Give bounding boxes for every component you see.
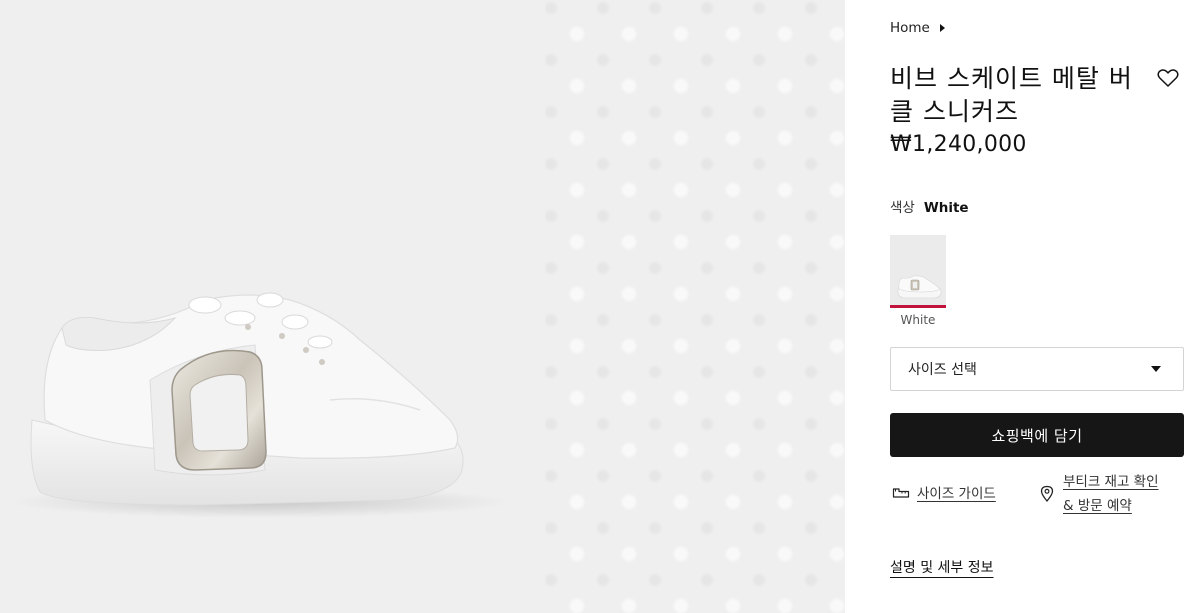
size-select[interactable]: 사이즈 선택: [890, 347, 1184, 391]
breadcrumb-home-link[interactable]: Home: [890, 20, 930, 36]
swatch-thumbnail: [890, 235, 946, 305]
product-page: Home 비브 스케이트 메탈 버클 스니커즈 ₩1,240,000 색상 Wh…: [0, 0, 1200, 613]
color-swatch-white[interactable]: [890, 235, 946, 309]
boutique-stock-label: 부티크 재고 확인 & 방문 예약: [1063, 474, 1159, 514]
swatch-selected-indicator: [890, 305, 946, 308]
boutique-stock-link[interactable]: 부티크 재고 확인 & 방문 예약: [1040, 470, 1173, 518]
wishlist-button[interactable]: [1157, 68, 1183, 92]
caret-down-icon: [1151, 366, 1161, 372]
product-image-main[interactable]: [0, 0, 545, 613]
product-price: ₩1,240,000: [890, 132, 1027, 157]
product-links: 사이즈 가이드 부티크 재고 확인 & 방문 예약: [890, 470, 1190, 520]
sneaker-illustration: [10, 292, 510, 518]
color-label: 색상: [890, 200, 915, 216]
size-select-placeholder: 사이즈 선택: [908, 362, 977, 378]
heart-icon: [1157, 69, 1179, 87]
caret-right-icon: [939, 24, 945, 32]
description-details-link[interactable]: 설명 및 세부 정보: [890, 557, 994, 577]
ruler-icon: [892, 488, 910, 498]
breadcrumb: Home: [890, 20, 945, 36]
location-pin-icon: [1040, 485, 1054, 502]
size-guide-link[interactable]: 사이즈 가이드: [892, 482, 996, 502]
product-title: 비브 스케이트 메탈 버클 스니커즈: [890, 64, 1133, 126]
size-guide-label: 사이즈 가이드: [917, 486, 996, 502]
color-value: White: [923, 200, 969, 216]
product-image-secondary[interactable]: [545, 0, 845, 613]
product-gallery: [0, 0, 845, 613]
swatch-sneaker-thumbnail: [897, 275, 942, 299]
add-to-bag-button[interactable]: 쇼핑백에 담기: [890, 413, 1184, 457]
color-row: 색상 White: [890, 196, 969, 216]
swatch-label: White: [900, 313, 936, 327]
product-details-panel: Home 비브 스케이트 메탈 버클 스니커즈 ₩1,240,000 색상 Wh…: [845, 0, 1200, 613]
